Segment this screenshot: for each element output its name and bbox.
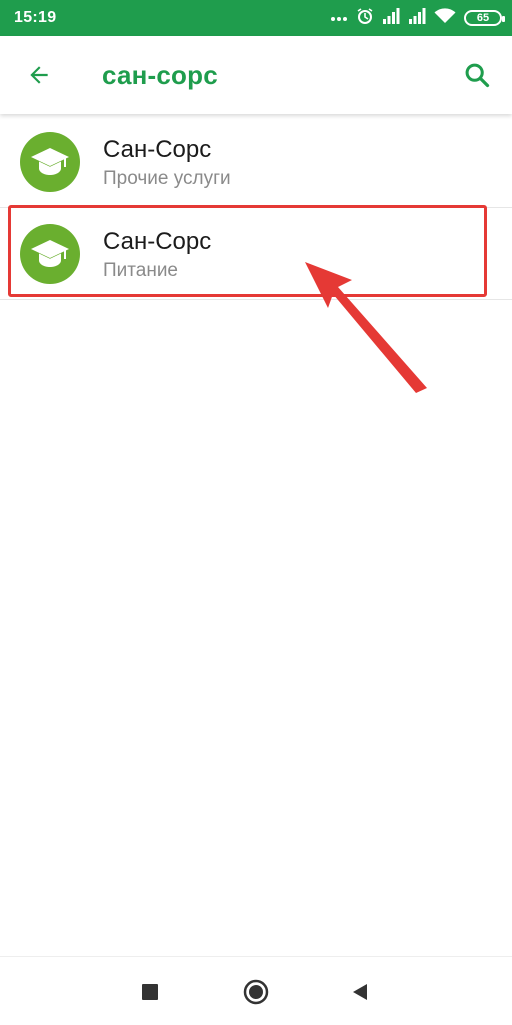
home-circle-icon [243,979,269,1005]
item-subtitle: Прочие услуги [103,168,231,189]
list-item[interactable]: Сан-Сорс Питание [0,208,512,300]
battery-level: 65 [476,12,490,24]
status-bar: 15:19 65 [0,0,512,36]
graduation-cap-icon [20,224,80,284]
more-dots-icon [330,9,348,27]
graduation-cap-icon [20,132,80,192]
signal-icon [382,7,400,29]
search-button[interactable] [460,58,494,92]
status-icons: 65 [330,7,505,30]
recents-square-icon [142,984,158,1000]
alarm-icon [356,7,374,30]
item-title: Сан-Сорс [103,228,212,255]
search-query-title: сан-сорс [102,60,218,90]
item-title: Сан-Сорс [103,136,212,163]
result-list: Сан-Сорс Прочие услуги Сан-Сорс Питание [0,116,512,300]
status-time: 15:19 [14,9,57,26]
nav-bar [0,956,512,1025]
arrow-left-icon [30,66,48,84]
wifi-icon [434,7,456,29]
home-button[interactable] [241,977,271,1007]
back-triangle-icon [353,984,367,1000]
back-nav-button[interactable] [345,977,375,1007]
battery-icon: 65 [464,10,505,26]
signal-icon [408,7,426,29]
recents-button[interactable] [135,977,165,1007]
toolbar: сан-сорс [0,36,512,114]
search-icon [465,63,490,88]
back-button[interactable] [22,58,56,92]
item-subtitle: Питание [103,260,178,281]
list-item[interactable]: Сан-Сорс Прочие услуги [0,116,512,208]
